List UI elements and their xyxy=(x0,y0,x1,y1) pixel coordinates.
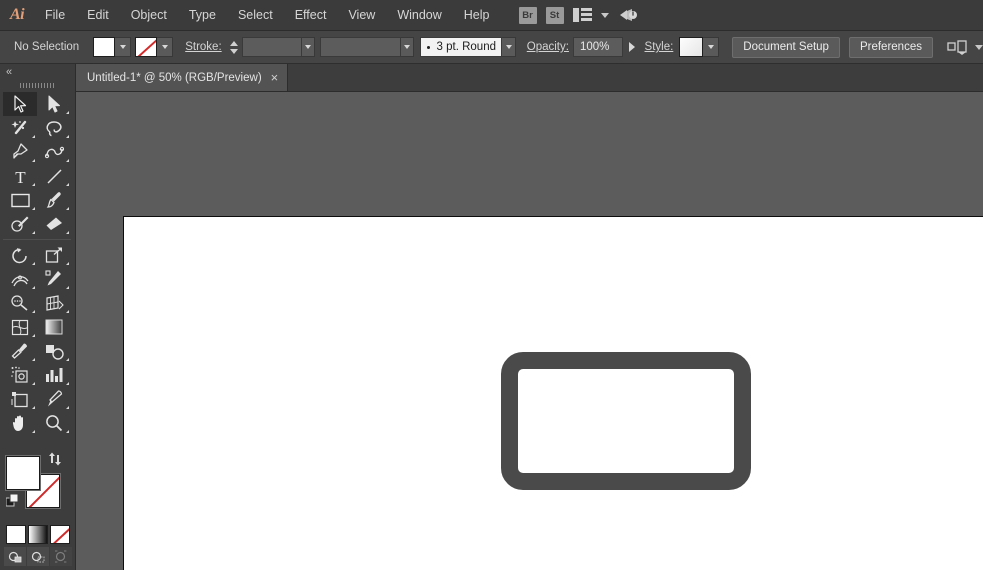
perspective-grid-tool[interactable] xyxy=(37,291,71,315)
menu-window[interactable]: Window xyxy=(386,0,452,31)
artboard-tool[interactable] xyxy=(3,387,37,411)
document-tab-title: Untitled-1* @ 50% (RGB/Preview) xyxy=(87,72,262,84)
stock-icon[interactable]: St xyxy=(546,7,564,24)
menu-help[interactable]: Help xyxy=(453,0,501,31)
stroke-profile-select[interactable] xyxy=(320,37,401,57)
tools-panel: « xyxy=(0,64,76,570)
panel-drag-handle[interactable] xyxy=(0,79,75,92)
gradient-mode-button[interactable] xyxy=(28,525,48,544)
eyedropper-tool[interactable] xyxy=(3,339,37,363)
magic-wand-tool[interactable] xyxy=(3,116,37,140)
menu-view[interactable]: View xyxy=(337,0,386,31)
menu-file[interactable]: File xyxy=(34,0,76,31)
brush-preview-icon xyxy=(427,46,430,49)
collapse-panel-icon[interactable]: « xyxy=(0,64,75,79)
stroke-weight-chevron-down-icon[interactable] xyxy=(302,37,315,57)
document-tab-bar: Untitled-1* @ 50% (RGB/Preview) × xyxy=(76,64,983,92)
line-segment-tool[interactable] xyxy=(37,164,71,188)
stroke-color-swatch[interactable] xyxy=(135,37,157,57)
canvas-area[interactable] xyxy=(76,92,983,570)
lasso-tool[interactable] xyxy=(37,116,71,140)
menu-type[interactable]: Type xyxy=(178,0,227,31)
direct-selection-tool[interactable] xyxy=(37,92,71,116)
drawing-mode-buttons xyxy=(4,547,72,566)
style-chevron-down-icon[interactable] xyxy=(703,37,719,57)
stroke-chevron-down-icon[interactable] xyxy=(157,37,173,57)
fill-color-swatch[interactable] xyxy=(93,37,115,57)
artboard[interactable] xyxy=(123,216,983,570)
hand-tool[interactable] xyxy=(3,411,37,435)
document-setup-button[interactable]: Document Setup xyxy=(732,37,840,58)
free-transform-tool[interactable] xyxy=(37,267,71,291)
default-fill-stroke-icon[interactable] xyxy=(6,494,19,507)
zoom-tool[interactable] xyxy=(37,411,71,435)
draw-behind-button[interactable] xyxy=(27,547,49,566)
draw-inside-button[interactable] xyxy=(50,547,72,566)
width-tool[interactable] xyxy=(3,267,37,291)
tool-divider xyxy=(3,239,71,240)
color-mode-buttons xyxy=(6,525,70,544)
arrange-documents-icon[interactable] xyxy=(573,8,592,22)
toolbar-fill-swatch[interactable] xyxy=(6,456,40,490)
stroke-profile-chevron-down-icon[interactable] xyxy=(401,37,414,57)
align-chevron-down-icon[interactable] xyxy=(975,45,983,50)
menu-select[interactable]: Select xyxy=(227,0,284,31)
type-tool[interactable]: T xyxy=(3,164,37,188)
pen-tool[interactable] xyxy=(3,140,37,164)
menu-edit[interactable]: Edit xyxy=(76,0,120,31)
style-label: Style: xyxy=(645,41,674,53)
brush-chevron-down-icon[interactable] xyxy=(502,37,515,57)
rotate-tool[interactable] xyxy=(3,243,37,267)
selection-status-label: No Selection xyxy=(14,41,79,53)
menu-bar: Ai File Edit Object Type Select Effect V… xyxy=(0,0,983,31)
opacity-input[interactable]: 100% xyxy=(573,37,623,57)
arrange-chevron-down-icon[interactable] xyxy=(601,13,609,18)
opacity-options-arrow-icon[interactable] xyxy=(629,42,635,52)
paintbrush-tool[interactable] xyxy=(37,188,71,212)
swap-fill-stroke-icon[interactable] xyxy=(48,452,62,466)
none-mode-button[interactable] xyxy=(50,525,70,544)
control-bar: No Selection Stroke: 3 pt. Round xyxy=(0,31,983,64)
workspace-switcher-icon[interactable] xyxy=(618,6,638,24)
brush-definition-select[interactable]: 3 pt. Round xyxy=(420,37,502,57)
gradient-tool[interactable] xyxy=(37,315,71,339)
menu-object[interactable]: Object xyxy=(120,0,178,31)
opacity-label: Opacity: xyxy=(527,41,569,53)
shape-builder-tool[interactable] xyxy=(3,291,37,315)
mesh-tool[interactable] xyxy=(3,315,37,339)
rectangle-tool[interactable] xyxy=(3,188,37,212)
draw-normal-button[interactable] xyxy=(4,547,26,566)
fill-stroke-controls xyxy=(6,452,70,522)
close-icon[interactable]: × xyxy=(271,71,279,84)
rounded-rectangle-shape[interactable] xyxy=(501,352,751,490)
blend-tool[interactable] xyxy=(37,339,71,363)
column-graph-tool[interactable] xyxy=(37,363,71,387)
color-mode-button[interactable] xyxy=(6,525,26,544)
tool-list: T xyxy=(3,92,71,435)
shaper-tool[interactable] xyxy=(3,212,37,236)
fill-chevron-down-icon[interactable] xyxy=(115,37,131,57)
svg-text:T: T xyxy=(15,168,26,185)
preferences-button[interactable]: Preferences xyxy=(849,37,933,58)
scale-tool[interactable] xyxy=(37,243,71,267)
menu-effect[interactable]: Effect xyxy=(284,0,338,31)
eraser-tool[interactable] xyxy=(37,212,71,236)
fill-control[interactable] xyxy=(93,37,131,57)
stroke-weight-input[interactable] xyxy=(242,37,301,57)
stroke-control[interactable] xyxy=(135,37,173,57)
stroke-weight-label: Stroke: xyxy=(185,41,221,53)
selection-tool[interactable] xyxy=(3,92,37,116)
stroke-weight-stepper[interactable] xyxy=(229,37,240,57)
symbol-sprayer-tool[interactable] xyxy=(3,363,37,387)
illustrator-window: Ai File Edit Object Type Select Effect V… xyxy=(0,0,983,570)
curvature-tool[interactable] xyxy=(37,140,71,164)
slice-tool[interactable] xyxy=(37,387,71,411)
bridge-icon[interactable]: Br xyxy=(519,7,537,24)
app-logo-icon: Ai xyxy=(0,0,34,31)
document-tab[interactable]: Untitled-1* @ 50% (RGB/Preview) × xyxy=(76,64,288,91)
align-objects-icon[interactable] xyxy=(947,39,969,55)
graphic-style-swatch[interactable] xyxy=(679,37,703,57)
menu-bar-tools: Br St xyxy=(519,6,638,24)
